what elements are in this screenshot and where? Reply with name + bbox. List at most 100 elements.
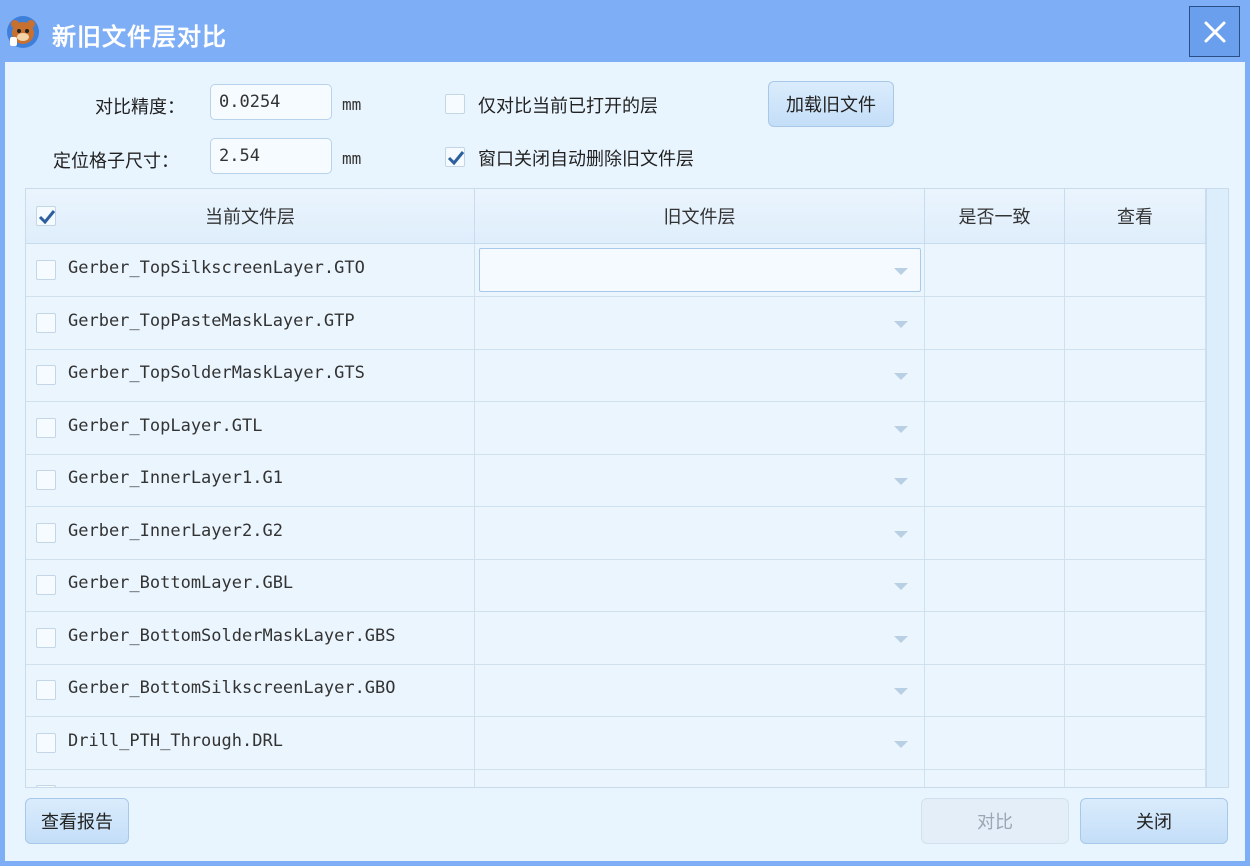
row-checkbox[interactable] — [36, 522, 56, 543]
view-cell[interactable] — [1065, 454, 1206, 506]
old-layer-dropdown[interactable] — [479, 301, 921, 345]
close-icon — [1204, 21, 1225, 42]
row-checkbox[interactable] — [36, 417, 56, 438]
only-open-checkbox[interactable] — [445, 94, 465, 114]
old-layer-dropdown[interactable] — [479, 616, 921, 660]
current-layer-cell: Gerber_InnerLayer1.G1 — [26, 454, 475, 506]
old-layer-cell — [475, 716, 925, 769]
table-row[interactable]: Gerber_TopSilkscreenLayer.GTO — [26, 244, 1206, 297]
view-report-button[interactable]: 查看报告 — [25, 798, 129, 844]
chevron-down-icon — [894, 635, 908, 643]
table-row[interactable]: Gerber_InnerLayer2.G2 — [26, 506, 1206, 560]
old-layer-dropdown[interactable] — [479, 773, 921, 787]
row-checkbox[interactable] — [36, 627, 56, 648]
old-layer-dropdown[interactable] — [479, 248, 921, 292]
layer-name: Drill_PTH_Through.DRL — [68, 730, 283, 751]
row-checkbox[interactable] — [36, 260, 56, 280]
view-cell[interactable] — [1065, 559, 1206, 611]
old-layer-dropdown[interactable] — [479, 511, 921, 555]
old-layer-dropdown[interactable] — [479, 563, 921, 607]
row-checkbox[interactable] — [36, 680, 56, 700]
auto-delete-checkbox[interactable] — [445, 147, 465, 167]
match-cell — [925, 506, 1065, 559]
header-view: 查看 — [1065, 189, 1206, 243]
current-layer-cell: Gerber_TopSilkscreenLayer.GTO — [26, 244, 475, 296]
chevron-down-icon — [894, 688, 908, 695]
chevron-down-icon — [894, 530, 908, 538]
row-checkbox[interactable] — [36, 365, 56, 385]
select-all-checkbox[interactable] — [36, 206, 56, 226]
precision-input[interactable]: 0.0254 — [210, 84, 332, 120]
table-row[interactable] — [26, 769, 1206, 787]
only-open-label: 仅对比当前已打开的层 — [478, 96, 658, 117]
layer-name: Gerber_InnerLayer2.G2 — [68, 520, 283, 541]
match-cell — [925, 349, 1065, 401]
current-layer-cell: Gerber_InnerLayer2.G2 — [26, 506, 475, 559]
view-cell[interactable] — [1065, 244, 1206, 296]
checkmark-icon — [38, 210, 56, 225]
table-row[interactable]: Gerber_TopLayer.GTL — [26, 401, 1206, 455]
old-layer-dropdown[interactable] — [479, 458, 921, 502]
view-cell[interactable] — [1065, 296, 1206, 349]
dialog-body: 对比精度： 0.0254 mm 定位格子尺寸： 2.54 mm 仅对比当前已打开… — [5, 62, 1245, 861]
layer-name: Gerber_TopSilkscreenLayer.GTO — [68, 258, 365, 278]
view-cell[interactable] — [1065, 769, 1206, 787]
window-title: 新旧文件层对比 — [52, 23, 227, 51]
view-cell[interactable] — [1065, 716, 1206, 769]
view-cell[interactable] — [1065, 506, 1206, 559]
current-layer-cell: Gerber_TopSolderMaskLayer.GTS — [26, 349, 475, 401]
old-layer-dropdown[interactable] — [479, 668, 921, 712]
compare-button[interactable]: 对比 — [921, 798, 1069, 844]
layer-table: 当前文件层 旧文件层 是否一致 查看 Gerber_TopSilkscreenL… — [25, 188, 1229, 788]
old-layer-dropdown[interactable] — [479, 353, 921, 397]
load-old-file-button[interactable]: 加载旧文件 — [768, 81, 894, 127]
table-row[interactable]: Gerber_InnerLayer1.G1 — [26, 454, 1206, 507]
chevron-down-icon — [894, 425, 908, 433]
layer-name: Gerber_TopSolderMaskLayer.GTS — [68, 363, 365, 383]
old-layer-cell — [475, 401, 925, 454]
grid-size-input[interactable]: 2.54 — [210, 138, 332, 174]
close-button[interactable] — [1189, 6, 1240, 57]
table-row[interactable]: Gerber_TopPasteMaskLayer.GTP — [26, 296, 1206, 350]
old-layer-cell — [475, 611, 925, 664]
layer-name: Gerber_BottomSilkscreenLayer.GBO — [68, 678, 396, 698]
row-checkbox[interactable] — [36, 312, 56, 333]
current-layer-cell: Gerber_BottomLayer.GBL — [26, 559, 475, 611]
current-layer-cell: Gerber_BottomSolderMaskLayer.GBS — [26, 611, 475, 664]
chevron-down-icon — [894, 320, 908, 328]
auto-delete-label: 窗口关闭自动删除旧文件层 — [478, 149, 694, 170]
table-row[interactable]: Gerber_TopSolderMaskLayer.GTS — [26, 349, 1206, 402]
chevron-down-icon — [894, 583, 908, 590]
vertical-scrollbar[interactable] — [1206, 189, 1228, 787]
row-checkbox[interactable] — [36, 732, 56, 753]
row-checkbox[interactable] — [36, 575, 56, 595]
current-layer-cell: Gerber_BottomSilkscreenLayer.GBO — [26, 664, 475, 716]
row-checkbox[interactable] — [36, 785, 56, 787]
checkmark-icon — [447, 151, 465, 166]
match-cell — [925, 664, 1065, 716]
close-dialog-button[interactable]: 关闭 — [1080, 798, 1228, 844]
table-row[interactable]: Gerber_BottomSilkscreenLayer.GBO — [26, 664, 1206, 717]
current-layer-cell: Gerber_TopPasteMaskLayer.GTP — [26, 296, 475, 349]
view-cell[interactable] — [1065, 401, 1206, 454]
old-layer-cell — [475, 506, 925, 559]
layer-name: Gerber_InnerLayer1.G1 — [68, 468, 283, 488]
view-cell[interactable] — [1065, 664, 1206, 716]
layer-name: Gerber_BottomLayer.GBL — [68, 573, 294, 593]
old-layer-dropdown[interactable] — [479, 406, 921, 450]
match-cell — [925, 611, 1065, 664]
table-row[interactable]: Drill_PTH_Through.DRL — [26, 716, 1206, 770]
row-checkbox[interactable] — [36, 470, 56, 490]
header-current-label: 当前文件层 — [205, 207, 295, 228]
view-cell[interactable] — [1065, 349, 1206, 401]
old-layer-dropdown[interactable] — [479, 721, 921, 765]
chevron-down-icon — [894, 268, 908, 275]
match-cell — [925, 244, 1065, 296]
chevron-down-icon — [894, 740, 908, 748]
current-layer-cell — [26, 769, 475, 787]
old-layer-cell — [475, 769, 925, 787]
view-cell[interactable] — [1065, 611, 1206, 664]
chevron-down-icon — [894, 373, 908, 380]
table-row[interactable]: Gerber_BottomLayer.GBL — [26, 559, 1206, 612]
table-row[interactable]: Gerber_BottomSolderMaskLayer.GBS — [26, 611, 1206, 665]
